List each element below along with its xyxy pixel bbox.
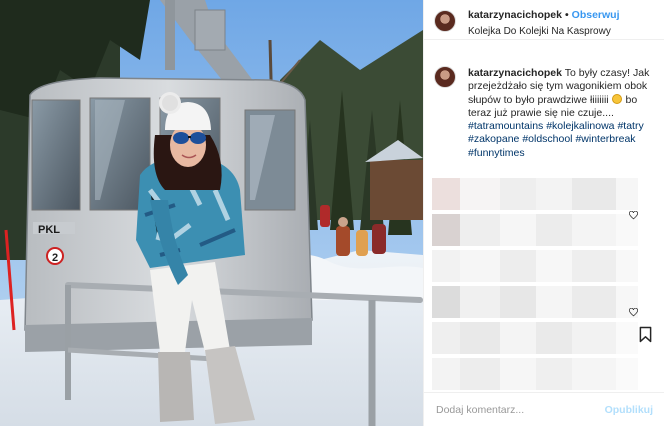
post-side-panel: katarzynacichopek • Obserwuj Kolejka Do Ko… [423, 0, 664, 426]
heart-icon[interactable] [629, 211, 638, 220]
location-link[interactable]: Kolejka Do Kolejki Na Kasprowy [468, 26, 611, 37]
caption: katarzynacichopek To były czasy! Jak prz… [468, 67, 660, 160]
gondola-number-text: 2 [52, 252, 58, 264]
header-user-line: katarzynacichopek • Obserwuj [468, 9, 620, 21]
blurred-comment [432, 358, 638, 390]
header-separator: • [564, 9, 569, 21]
hashtag-link[interactable]: #winterbreak [575, 133, 635, 145]
hashtag-link[interactable]: #kolejkalinowa [546, 120, 614, 132]
blurred-comment [432, 250, 638, 282]
blurred-comment [432, 286, 638, 318]
gondola-sign-text: PKL [38, 224, 60, 236]
caption-avatar[interactable] [434, 66, 456, 88]
blurred-comment [432, 178, 638, 210]
avatar[interactable] [434, 10, 456, 32]
post-header: katarzynacichopek • Obserwuj Kolejka Do Ko… [424, 0, 664, 40]
hashtag-link[interactable]: #tatry [617, 120, 643, 132]
comment-input[interactable] [436, 402, 596, 418]
blurred-comments [424, 178, 664, 392]
photo-illustration: PKL 2 [0, 0, 423, 426]
hashtag-link[interactable]: #funnytimes [468, 147, 525, 159]
blurred-comment [432, 214, 638, 246]
header-username[interactable]: katarzynacichopek [468, 9, 562, 21]
post-photo[interactable]: PKL 2 [0, 0, 423, 426]
hashtag-link[interactable]: #oldschool [522, 133, 572, 145]
blurred-comment [432, 322, 638, 354]
follow-button[interactable]: Obserwuj [572, 9, 620, 21]
hashtag-link[interactable]: #zakopane [468, 133, 519, 145]
instagram-post: PKL 2 katarzynacichopek • Obserwuj Kolej… [0, 0, 664, 426]
comment-bar: Opublikuj [424, 392, 664, 426]
bookmark-icon[interactable] [639, 326, 652, 343]
heart-icon[interactable] [629, 308, 638, 317]
caption-username[interactable]: katarzynacichopek [468, 67, 562, 79]
hashtag-link[interactable]: #tatramountains [468, 120, 543, 132]
grinning-face-icon [611, 93, 622, 104]
publish-button[interactable]: Opublikuj [605, 404, 653, 416]
